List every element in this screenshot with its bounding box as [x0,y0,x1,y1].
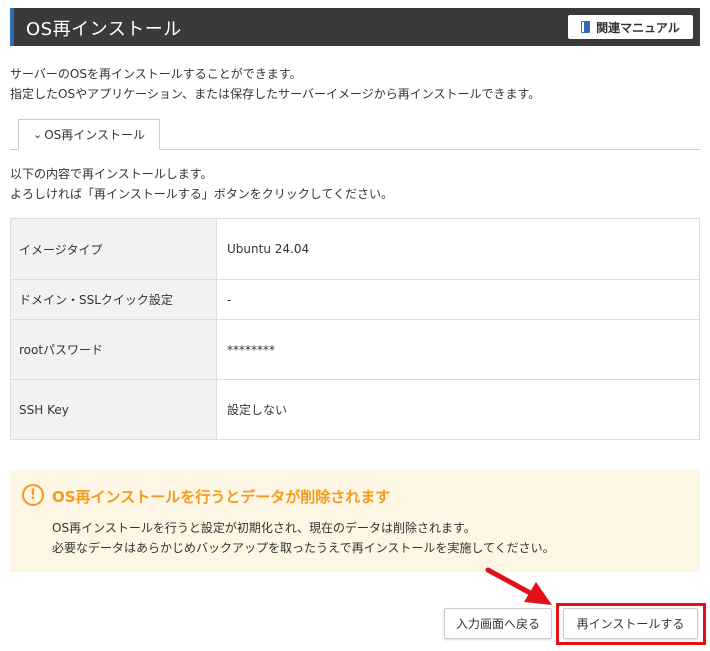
row-label-domain-ssl: ドメイン・SSLクイック設定 [10,279,217,320]
exclamation-circle-icon: ! [22,484,44,506]
manual-label: 関連マニュアル [596,20,680,35]
description-line-1: サーバーのOSを再インストールすることができます。 [10,67,302,81]
row-label-root-password: rootパスワード [10,319,217,380]
row-value-domain-ssl: - [216,279,700,320]
table-row: ドメイン・SSLクイック設定 - [10,279,700,320]
warning-line-2: 必要なデータはあらかじめバックアップを取ったうえで再インストールを実施してくださ… [52,541,555,555]
back-to-input-button[interactable]: 入力画面へ戻る [444,608,552,639]
warning-box: ! OS再インストールを行うとデータが削除されます OS再インストールを行うと設… [10,470,700,572]
description-line-2: 指定したOSやアプリケーション、または保存したサーバーイメージから再インストール… [10,87,541,101]
warning-line-1: OS再インストールを行うと設定が初期化され、現在のデータは削除されます。 [52,521,476,535]
page-description: サーバーのOSを再インストールすることができます。 指定したOSやアプリケーショ… [10,64,540,104]
table-row: SSH Key 設定しない [10,379,700,440]
tab-label: OS再インストール [44,128,146,142]
book-icon [581,21,591,33]
table-row: イメージタイプ Ubuntu 24.04 [10,218,700,280]
table-row: rootパスワード ******** [10,319,700,380]
chevron-down-icon: ⌄ [32,128,43,141]
row-value-ssh-key: 設定しない [216,379,700,440]
row-value-image-type: Ubuntu 24.04 [216,218,700,280]
intro-line-2: よろしければ「再インストールする」ボタンをクリックしてください。 [10,187,394,201]
row-label-ssh-key: SSH Key [10,379,217,440]
confirmation-intro: 以下の内容で再インストールします。 よろしければ「再インストールする」ボタンをク… [10,164,393,204]
row-value-root-password: ******** [216,319,700,380]
warning-title: OS再インストールを行うとデータが削除されます [52,488,391,506]
reinstall-button[interactable]: 再インストールする [563,608,698,639]
page-header: OS再インストール 関連マニュアル [10,8,700,46]
tab-os-reinstall[interactable]: ⌄ OS再インストール [18,119,160,150]
tab-bar: ⌄ OS再インストール [10,119,700,150]
row-label-image-type: イメージタイプ [10,218,217,280]
warning-text: OS再インストールを行うと設定が初期化され、現在のデータは削除されます。 必要な… [52,518,555,558]
page-title: OS再インストール [26,19,182,40]
settings-table: イメージタイプ Ubuntu 24.04 ドメイン・SSLクイック設定 - ro… [10,218,700,440]
manual-button[interactable]: 関連マニュアル [568,15,693,39]
intro-line-1: 以下の内容で再インストールします。 [10,167,213,181]
pointer-arrow-icon [485,567,552,605]
